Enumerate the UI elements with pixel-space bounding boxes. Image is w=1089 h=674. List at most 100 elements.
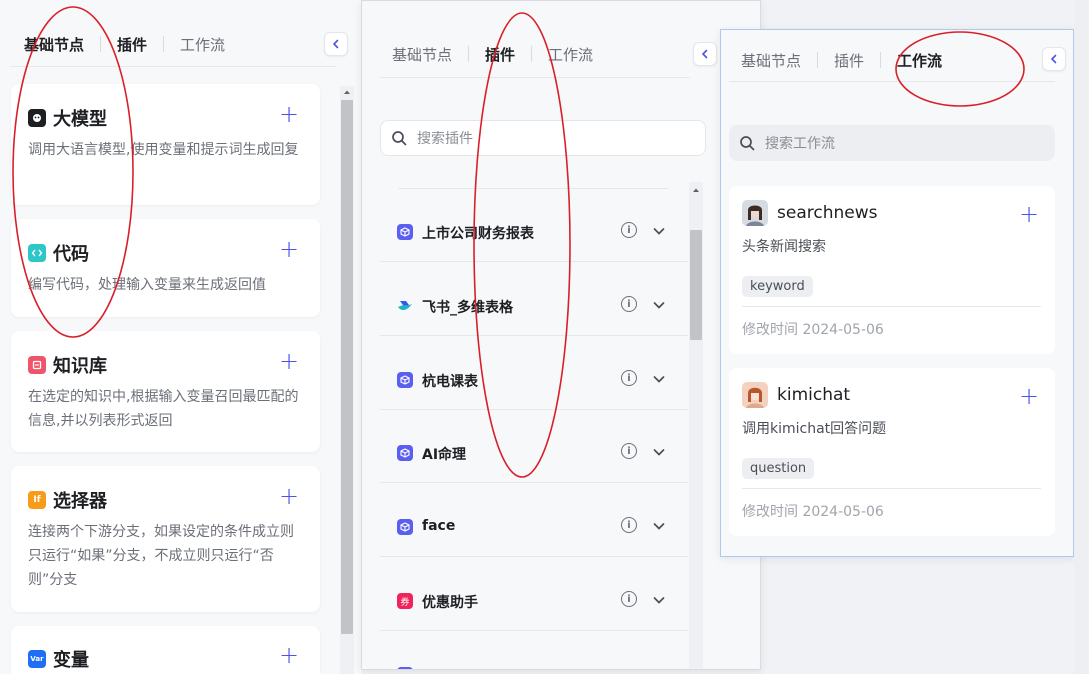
canvas-edge (1074, 0, 1089, 674)
workflow-search-input[interactable]: 搜索工作流 (729, 125, 1055, 161)
param-tag: keyword (742, 276, 813, 297)
workflow-panel: 基础节点 插件 工作流 搜索工作流 searchnews + 头条新闻搜索 ke… (720, 29, 1074, 557)
cube-icon (397, 519, 413, 535)
plugin-search-input[interactable]: 搜索插件 (380, 120, 706, 156)
plugin-name: 飞书_多维表格 (422, 300, 513, 316)
node-card-code[interactable]: 代码 编写代码，处理输入变量来生成返回值 + (11, 219, 320, 317)
tab-plugins[interactable]: 插件 (485, 44, 515, 65)
add-node-button[interactable]: + (279, 484, 299, 508)
workflow-card[interactable]: searchnews + 头条新闻搜索 keyword 修改时间 2024-05… (729, 186, 1055, 354)
plugin-item[interactable]: face i (380, 497, 688, 557)
search-placeholder: 搜索工作流 (765, 136, 835, 152)
tab-separator (531, 46, 533, 62)
tab-divider (10, 66, 336, 67)
scroll-up-icon[interactable] (689, 184, 703, 196)
collapse-panel-button[interactable] (1042, 47, 1066, 71)
plugin-name: 杭电课表 (422, 374, 478, 390)
chevron-down-icon[interactable] (652, 298, 666, 312)
tab-divider (380, 77, 690, 78)
tab-workflow[interactable]: 工作流 (180, 34, 225, 55)
tab-separator (100, 36, 102, 52)
tab-plugins[interactable]: 插件 (834, 50, 864, 71)
plugins-panel: 基础节点 插件 工作流 搜索插件 上市公司财务报表 i 飞书_多维表格 i 杭电… (361, 0, 761, 670)
tab-basic-nodes[interactable]: 基础节点 (24, 34, 84, 55)
param-tag: question (742, 458, 815, 479)
chevron-down-icon[interactable] (652, 372, 666, 386)
tab-separator (163, 36, 165, 52)
search-placeholder: 搜索插件 (417, 131, 473, 147)
add-node-button[interactable]: + (279, 102, 299, 126)
node-card-title-text: 变量 (53, 650, 89, 671)
scrollbar-thumb[interactable] (690, 230, 702, 340)
add-workflow-button[interactable]: + (1019, 384, 1039, 408)
chevron-down-icon[interactable] (652, 519, 666, 533)
coupon-icon: 券 (397, 593, 413, 609)
node-card-title: 大模型 (28, 105, 107, 131)
plugin-name: 上市公司财务报表 (422, 226, 534, 242)
chevron-down-icon[interactable] (652, 224, 666, 238)
tab-basic-nodes[interactable]: 基础节点 (741, 50, 801, 71)
plugin-item[interactable] (380, 645, 688, 669)
scroll-up-icon[interactable] (340, 86, 354, 98)
avatar (742, 382, 768, 408)
scrollbar-thumb[interactable] (341, 100, 353, 634)
add-node-button[interactable]: + (279, 643, 299, 667)
plugin-item[interactable]: 券 优惠助手 i (380, 571, 688, 631)
tab-plugins[interactable]: 插件 (117, 34, 147, 55)
node-card-title: Var 变量 (28, 646, 89, 672)
node-card-condition[interactable]: If 选择器 连接两个下游分支，如果设定的条件成立则只运行“如果”分支，不成立则… (11, 466, 320, 612)
workflow-desc: 调用kimichat回答问题 (742, 421, 887, 437)
info-icon[interactable]: i (621, 222, 637, 238)
node-card-title-text: 选择器 (53, 491, 107, 512)
plugin-item[interactable]: 上市公司财务报表 i (380, 202, 688, 262)
condition-icon: If (28, 491, 46, 509)
info-icon[interactable]: i (621, 443, 637, 459)
chevron-down-icon[interactable] (652, 445, 666, 459)
add-node-button[interactable]: + (279, 237, 299, 261)
node-card-desc: 在选定的知识中,根据输入变量召回最匹配的信息,并以列表形式返回 (28, 389, 299, 429)
scrollbar[interactable] (689, 182, 703, 669)
scrollbar[interactable] (340, 86, 354, 674)
feishu-icon (397, 298, 413, 314)
add-node-button[interactable]: + (279, 349, 299, 373)
tab-workflow[interactable]: 工作流 (897, 50, 942, 71)
tab-workflow[interactable]: 工作流 (548, 44, 593, 65)
card-divider (742, 488, 1041, 489)
modified-time: 修改时间 2024-05-06 (742, 322, 884, 338)
plugin-item[interactable]: 杭电课表 i (380, 350, 688, 410)
node-card-variable[interactable]: Var 变量 + (11, 626, 320, 674)
info-icon[interactable]: i (621, 370, 637, 386)
panel-tabs: 基础节点 插件 工作流 (24, 28, 225, 60)
workflow-card[interactable]: kimichat + 调用kimichat回答问题 question 修改时间 … (729, 368, 1055, 536)
node-card-desc: 调用大语言模型,使用变量和提示词生成回复 (28, 142, 299, 158)
collapse-panel-button[interactable] (324, 32, 348, 56)
workflow-name: kimichat (777, 385, 851, 405)
plugin-item[interactable]: 飞书_多维表格 i (380, 276, 688, 336)
chevron-left-icon (1050, 54, 1057, 64)
cube-icon (397, 372, 413, 388)
search-icon (392, 131, 407, 146)
search-icon (740, 136, 755, 151)
tab-divider (729, 81, 1055, 82)
avatar (742, 200, 768, 226)
panel-tabs: 基础节点 插件 工作流 (741, 44, 942, 76)
node-card-knowledge[interactable]: 知识库 在选定的知识中,根据输入变量召回最匹配的信息,并以列表形式返回 + (11, 331, 320, 452)
node-card-title-text: 大模型 (53, 109, 107, 130)
info-icon[interactable]: i (621, 296, 637, 312)
plugin-item[interactable]: AI命理 i (380, 423, 688, 483)
card-divider (742, 306, 1041, 307)
info-icon[interactable]: i (621, 517, 637, 533)
workflow-name: searchnews (777, 203, 878, 223)
tab-separator (817, 52, 819, 68)
chevron-down-icon[interactable] (652, 593, 666, 607)
add-workflow-button[interactable]: + (1019, 202, 1039, 226)
chevron-left-icon (332, 39, 339, 49)
info-icon[interactable]: i (621, 591, 637, 607)
node-card-llm[interactable]: 大模型 调用大语言模型,使用变量和提示词生成回复 + (11, 84, 320, 205)
tab-basic-nodes[interactable]: 基础节点 (392, 44, 452, 65)
variable-icon: Var (28, 650, 46, 668)
node-card-title: 知识库 (28, 352, 107, 378)
collapse-panel-button[interactable] (693, 42, 717, 66)
workflow-desc: 头条新闻搜索 (742, 239, 826, 255)
node-card-title: If 选择器 (28, 487, 107, 513)
